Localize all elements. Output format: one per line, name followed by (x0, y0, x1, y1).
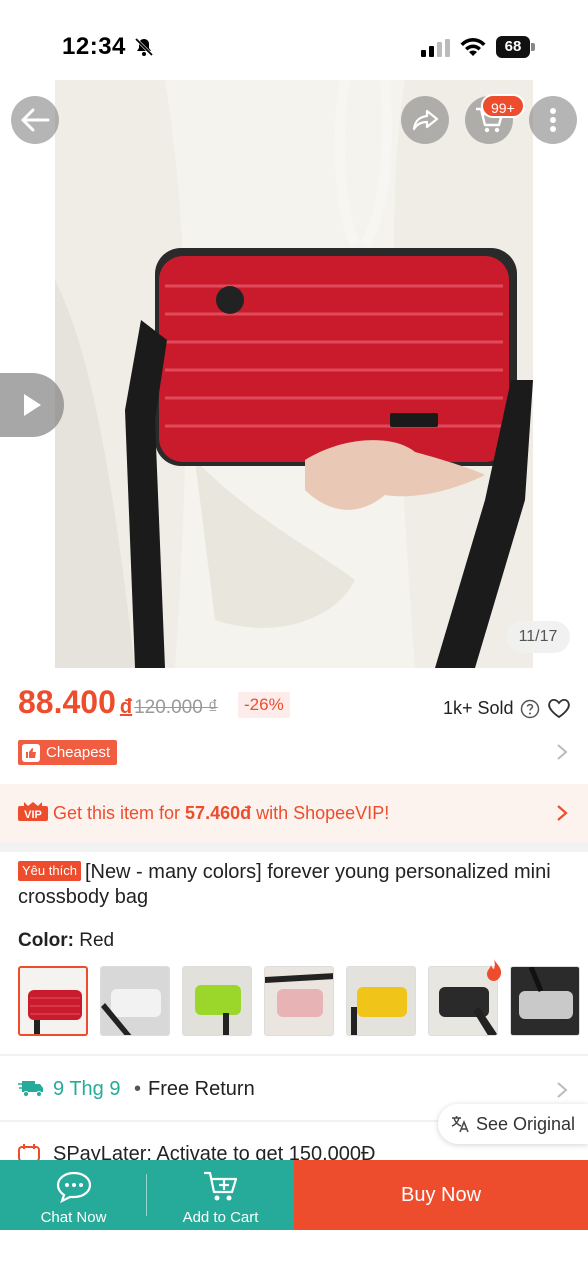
cheapest-badge: Cheapest (18, 740, 118, 765)
arrow-left-icon (21, 108, 50, 132)
help-icon[interactable] (520, 699, 540, 719)
delivery-date: 9 Thg 9 (53, 1078, 121, 1100)
product-title: Yêu thích [New - many colors] forever you… (18, 860, 570, 910)
battery-icon: 68 (496, 36, 536, 58)
image-counter: 11/17 (506, 621, 570, 653)
spaylater-icon (18, 1144, 40, 1160)
add-to-cart-icon (203, 1171, 237, 1201)
svg-text:VIP: VIP (24, 809, 42, 821)
buy-now-button[interactable]: Buy Now (294, 1160, 588, 1230)
product-photo (55, 80, 533, 668)
chat-now-button[interactable]: Chat Now (0, 1160, 147, 1230)
heart-icon[interactable] (547, 697, 571, 719)
add-to-cart-button[interactable]: Add to Cart (147, 1160, 294, 1230)
current-price: 88.400 (18, 684, 116, 720)
divider (0, 842, 588, 852)
original-price: 120.000 ₫ (134, 697, 218, 718)
play-video-button[interactable] (0, 373, 64, 437)
share-icon (412, 109, 439, 131)
wifi-icon (460, 38, 486, 56)
chevron-right-icon (557, 805, 568, 821)
currency-symbol: đ (119, 696, 133, 718)
free-return-label: Free Return (148, 1078, 255, 1100)
vip-price: 57.460đ (185, 803, 252, 823)
cheapest-label: Cheapest (46, 744, 111, 761)
spaylater-text: SPayLater: Activate to get 150.000Đ (53, 1143, 376, 1160)
back-button[interactable] (11, 96, 59, 144)
see-original-button[interactable]: See Original (438, 1104, 588, 1144)
vip-banner[interactable]: VIP Get this item for 57.460đ with Shope… (0, 784, 588, 842)
thumbs-up-icon (22, 743, 40, 762)
status-bar: 12:34 68 (0, 0, 588, 80)
home-indicator-area (0, 1230, 588, 1280)
price-row: 88.400 đ 120.000 ₫ (18, 684, 218, 728)
color-label: Color: Red (18, 930, 115, 951)
variant-red[interactable] (18, 966, 88, 1036)
variant-white[interactable] (100, 966, 170, 1036)
translate-icon (451, 1116, 469, 1133)
play-icon (24, 394, 41, 416)
divider (0, 1054, 588, 1056)
flame-icon (487, 959, 502, 981)
battery-level: 68 (496, 36, 530, 58)
product-title-text: [New - many colors] forever young person… (18, 861, 551, 908)
chevron-right-icon[interactable] (556, 743, 568, 761)
sold-count: 1k+ Sold (443, 698, 514, 718)
signal-icon (421, 39, 450, 57)
separator-dot: • (134, 1078, 142, 1100)
favorite-badge: Yêu thích (18, 861, 81, 881)
add-to-cart-label: Add to Cart (182, 1209, 259, 1226)
share-button[interactable] (401, 96, 449, 144)
variant-pink[interactable] (264, 966, 334, 1036)
discount-badge: -26% (238, 692, 290, 718)
selected-color: Red (79, 930, 115, 951)
more-button[interactable] (529, 96, 577, 144)
product-image[interactable] (55, 80, 533, 668)
bottom-action-bar: Chat Now Add to Cart Buy Now (0, 1160, 588, 1230)
bell-off-icon (134, 37, 154, 57)
variant-yellow[interactable] (346, 966, 416, 1036)
chat-now-label: Chat Now (40, 1209, 107, 1226)
see-original-label: See Original (476, 1113, 576, 1134)
vip-text: Get this item for 57.460đ with ShopeeVIP… (53, 803, 390, 823)
chat-icon (56, 1171, 91, 1204)
variant-green[interactable] (182, 966, 252, 1036)
chevron-right-icon (557, 1082, 568, 1098)
truck-icon (18, 1081, 43, 1097)
more-vertical-icon (550, 108, 556, 132)
status-time: 12:34 (62, 33, 126, 60)
variant-silver[interactable] (510, 966, 580, 1036)
cart-badge: 99+ (481, 94, 525, 118)
vip-icon: VIP (18, 802, 48, 821)
